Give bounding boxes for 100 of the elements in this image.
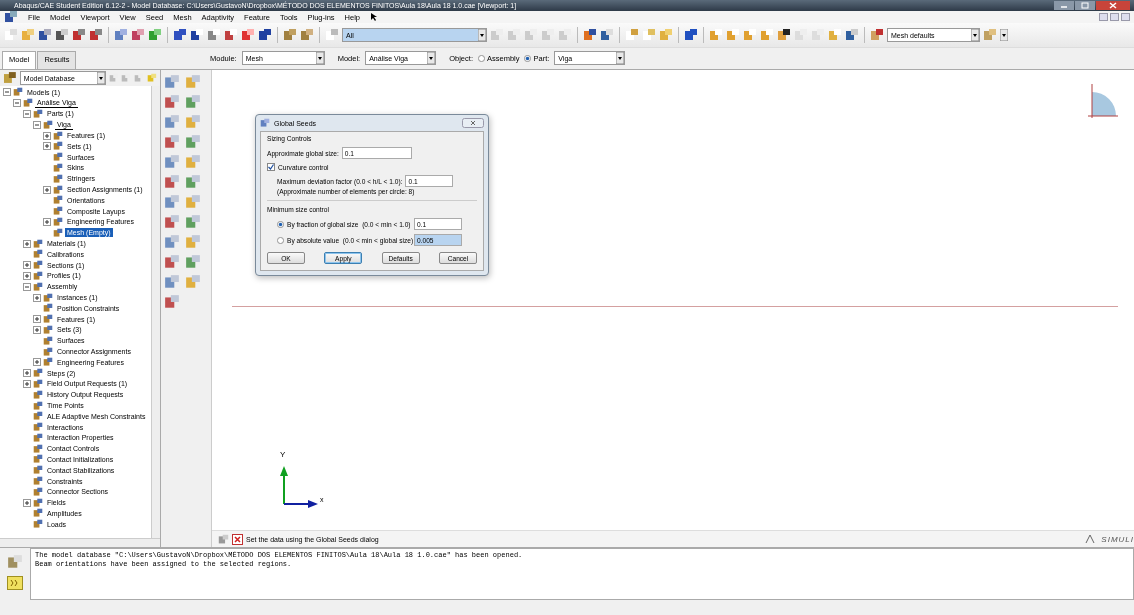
expand-icon[interactable] <box>23 498 31 507</box>
block-tool-icon[interactable] <box>164 274 180 290</box>
radio-button[interactable] <box>477 54 485 62</box>
tree-node-icon <box>33 422 43 433</box>
tree-node-icon <box>33 454 43 465</box>
tree-node-icon <box>33 378 43 389</box>
radio-button[interactable] <box>524 54 532 62</box>
block-tool-icon[interactable] <box>164 134 180 150</box>
tree-node-icon <box>33 411 43 422</box>
block-tool-icon[interactable] <box>164 74 180 90</box>
collapse-icon[interactable] <box>13 99 21 108</box>
collapse-icon[interactable] <box>23 110 31 118</box>
tree-node-icon <box>33 281 43 292</box>
tree-node-icon <box>13 87 23 98</box>
expand-icon[interactable] <box>33 315 41 324</box>
collapse-icon[interactable] <box>23 282 31 291</box>
expand-icon[interactable] <box>23 271 31 280</box>
tree-node-icon <box>33 432 43 443</box>
expand-icon[interactable] <box>43 131 51 140</box>
tree-node-icon <box>53 206 63 217</box>
tree-node-icon <box>23 98 33 109</box>
caret-icon[interactable] <box>478 29 486 41</box>
block-tool-icon[interactable] <box>185 214 201 230</box>
tree-node-icon <box>33 270 43 281</box>
block-tool-icon[interactable] <box>164 234 180 250</box>
expand-icon[interactable] <box>23 369 31 378</box>
tree-node-icon <box>53 173 63 184</box>
tree-node-icon <box>33 389 43 400</box>
caret-icon[interactable] <box>315 52 324 64</box>
tree-node-icon <box>33 109 43 119</box>
block-tool-icon[interactable] <box>185 274 201 290</box>
tree-node-icon <box>53 216 63 227</box>
block-tool-icon[interactable] <box>164 114 180 130</box>
block-tool-icon[interactable] <box>164 214 180 230</box>
block-tool-icon[interactable] <box>185 94 201 110</box>
tree-node-icon <box>43 357 53 368</box>
block-tool-icon[interactable] <box>185 194 201 210</box>
block-tool-icon[interactable] <box>164 94 180 110</box>
horizontal-scrollbar[interactable] <box>0 538 160 547</box>
expand-icon[interactable] <box>23 261 31 270</box>
tree-node-icon <box>33 519 43 530</box>
mdi-minimize-button[interactable] <box>1099 13 1108 21</box>
tree-node-icon <box>43 346 53 357</box>
y-axis-arrow <box>280 466 288 505</box>
tree-node-icon <box>53 141 63 152</box>
tree-node-icon <box>53 227 63 238</box>
close-button[interactable] <box>462 118 484 128</box>
caret-icon[interactable] <box>1000 29 1008 41</box>
caret-icon[interactable] <box>96 72 105 84</box>
expand-icon[interactable] <box>43 142 51 151</box>
expand-icon[interactable] <box>43 217 51 226</box>
expand-icon[interactable] <box>33 325 41 334</box>
expand-icon[interactable] <box>23 379 31 388</box>
checkbox[interactable] <box>267 163 275 171</box>
expand-icon[interactable] <box>33 293 41 302</box>
block-tool-icon[interactable] <box>185 134 201 150</box>
maximize-button[interactable] <box>1075 1 1095 10</box>
block-tool-icon[interactable] <box>185 154 201 170</box>
block-tool-icon[interactable] <box>185 234 201 250</box>
tree-node-icon <box>43 292 53 303</box>
tree-node-icon <box>33 486 43 497</box>
tree-node-icon <box>53 195 63 206</box>
block-tool-icon[interactable] <box>164 174 180 190</box>
block-tool-icon[interactable] <box>164 194 180 210</box>
tree-node-icon <box>33 443 43 454</box>
tree-node-icon <box>33 238 43 249</box>
caret-icon[interactable] <box>616 52 625 64</box>
block-tool-icon[interactable] <box>164 254 180 270</box>
mdi-close-button[interactable] <box>1121 13 1130 21</box>
caret-icon[interactable] <box>427 52 436 64</box>
radio-button[interactable] <box>277 220 284 228</box>
tree-node-icon <box>53 184 63 195</box>
collapse-icon[interactable] <box>3 88 11 97</box>
radio-button[interactable] <box>277 236 284 244</box>
block-tool-icon[interactable] <box>164 154 180 170</box>
mdi-restore-button[interactable] <box>1110 13 1119 21</box>
block-tool-icon[interactable] <box>185 174 201 190</box>
block-tool-icon[interactable] <box>185 254 201 270</box>
tree-node-icon <box>33 368 43 379</box>
tree-node-icon <box>53 152 63 163</box>
expand-icon[interactable] <box>23 239 31 248</box>
block-tool-icon[interactable] <box>185 114 201 130</box>
cancel-icon[interactable] <box>232 533 243 545</box>
tree-node-icon <box>33 476 43 487</box>
x-axis-arrow <box>283 500 318 508</box>
close-button[interactable] <box>1096 1 1130 10</box>
expand-icon[interactable] <box>33 358 41 367</box>
tree-node-icon <box>33 260 43 271</box>
caret-icon[interactable] <box>971 29 979 41</box>
tree-node-icon <box>43 303 53 314</box>
vertical-scrollbar[interactable] <box>151 86 160 538</box>
collapse-icon[interactable] <box>33 120 41 129</box>
block-tool-icon[interactable] <box>185 74 201 90</box>
tree-node-icon <box>33 400 43 411</box>
tree-node-icon <box>43 119 53 130</box>
block-tool-icon[interactable] <box>164 294 180 310</box>
tree-node-icon <box>43 335 53 346</box>
minimize-button[interactable] <box>1054 1 1074 10</box>
expand-icon[interactable] <box>43 185 51 194</box>
tree-node-icon <box>33 465 43 476</box>
